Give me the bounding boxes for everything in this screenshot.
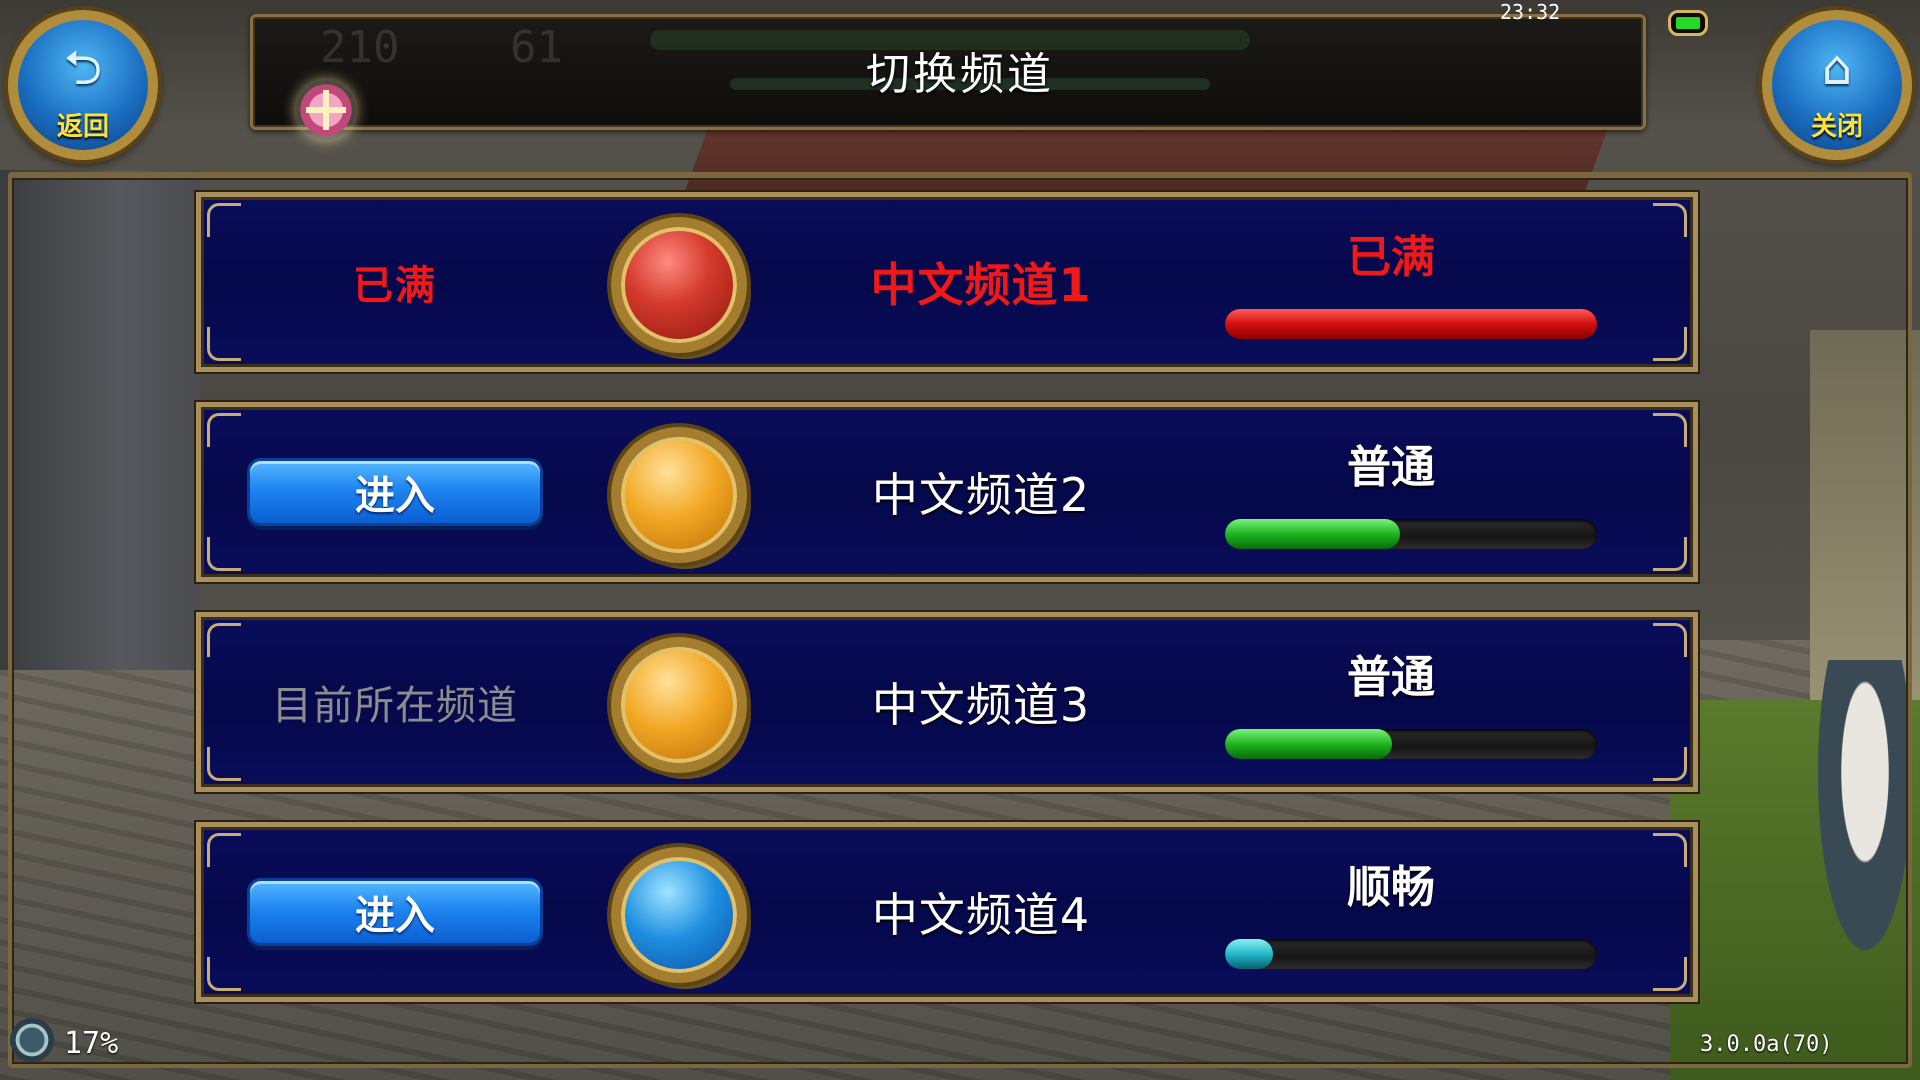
channel-row: 进入 中文频道4 顺畅 — [196, 822, 1698, 1002]
frame-corner-ornament — [207, 623, 241, 657]
channel-load-bar — [1225, 309, 1597, 339]
channel-load-label: 普通 — [1347, 442, 1435, 493]
channel-full-status: 已满 — [353, 263, 437, 309]
frame-corner-ornament — [1653, 747, 1687, 781]
frame-corner-ornament — [207, 833, 241, 867]
back-arrow-icon: ⮌ — [63, 40, 103, 96]
version-label: 3.0.0a(70) — [1700, 1032, 1833, 1057]
progress-percent: 17% — [64, 1026, 119, 1061]
page-title: 切换频道 — [866, 49, 1054, 100]
battery-icon — [1668, 10, 1708, 36]
frame-corner-ornament — [207, 203, 241, 237]
channel-name: 中文频道4 — [871, 888, 1091, 942]
game-screen: 210 61 切换频道 23:32 ⮌ 返回 ⌂ 关闭 已满 中文频道1 已满 进入中… — [0, 0, 1920, 1080]
channel-row: 进入 中文频道2 普通 — [196, 402, 1698, 582]
home-icon: ⌂ — [1821, 40, 1853, 96]
frame-corner-ornament — [1653, 537, 1687, 571]
enter-channel-button[interactable]: 进入 — [247, 878, 543, 946]
frame-corner-ornament — [207, 413, 241, 447]
enter-channel-button[interactable]: 进入 — [247, 458, 543, 526]
channel-action-slot: 已满 — [245, 197, 545, 367]
close-button[interactable]: ⌂ 关闭 — [1762, 10, 1912, 160]
channel-load-fill — [1225, 309, 1597, 339]
frame-corner-ornament — [1653, 957, 1687, 991]
channel-status-orb-icon — [611, 847, 747, 983]
frame-corner-ornament — [1653, 623, 1687, 657]
channel-load-fill — [1225, 939, 1274, 969]
frame-corner-ornament — [207, 537, 241, 571]
channel-name: 中文频道3 — [871, 678, 1091, 732]
frame-corner-ornament — [207, 957, 241, 991]
channel-name: 中文频道1 — [870, 258, 1092, 312]
channel-load-bar — [1225, 729, 1597, 759]
channel-action-slot: 进入 — [245, 827, 545, 997]
channel-status-orb-icon — [611, 217, 747, 353]
channel-action-slot: 目前所在频道 — [245, 617, 545, 787]
current-channel-status: 目前所在频道 — [272, 683, 518, 729]
loading-spinner-icon — [10, 1018, 54, 1062]
close-button-label: 关闭 — [1810, 112, 1863, 142]
frame-corner-ornament — [1653, 327, 1687, 361]
clock-time: 23:32 — [1500, 0, 1561, 24]
channel-load-bar — [1225, 519, 1597, 549]
channel-action-slot: 进入 — [245, 407, 545, 577]
channel-status-orb-icon — [611, 637, 747, 773]
channel-load-fill — [1225, 519, 1400, 549]
channel-load-fill — [1225, 729, 1393, 759]
channel-load-bar — [1225, 939, 1597, 969]
channel-row: 目前所在频道 中文频道3 普通 — [196, 612, 1698, 792]
frame-corner-ornament — [207, 747, 241, 781]
back-button[interactable]: ⮌ 返回 — [8, 10, 158, 160]
gift-icon[interactable] — [296, 80, 356, 140]
channel-list: 已满 中文频道1 已满 进入 中文频道2 普通 目前所在频道 中文频道3 普通 进入 中文频道4 顺畅 — [196, 192, 1698, 1032]
channel-load-label: 已满 — [1347, 232, 1435, 283]
channel-name: 中文频道2 — [871, 468, 1091, 522]
channel-row: 已满 中文频道1 已满 — [196, 192, 1698, 372]
channel-status-orb-icon — [611, 427, 747, 563]
frame-corner-ornament — [1653, 203, 1687, 237]
channel-load-label: 顺畅 — [1347, 862, 1435, 913]
frame-corner-ornament — [1653, 833, 1687, 867]
frame-corner-ornament — [1653, 413, 1687, 447]
channel-load-label: 普通 — [1347, 652, 1435, 703]
frame-corner-ornament — [207, 327, 241, 361]
back-button-label: 返回 — [56, 112, 109, 142]
